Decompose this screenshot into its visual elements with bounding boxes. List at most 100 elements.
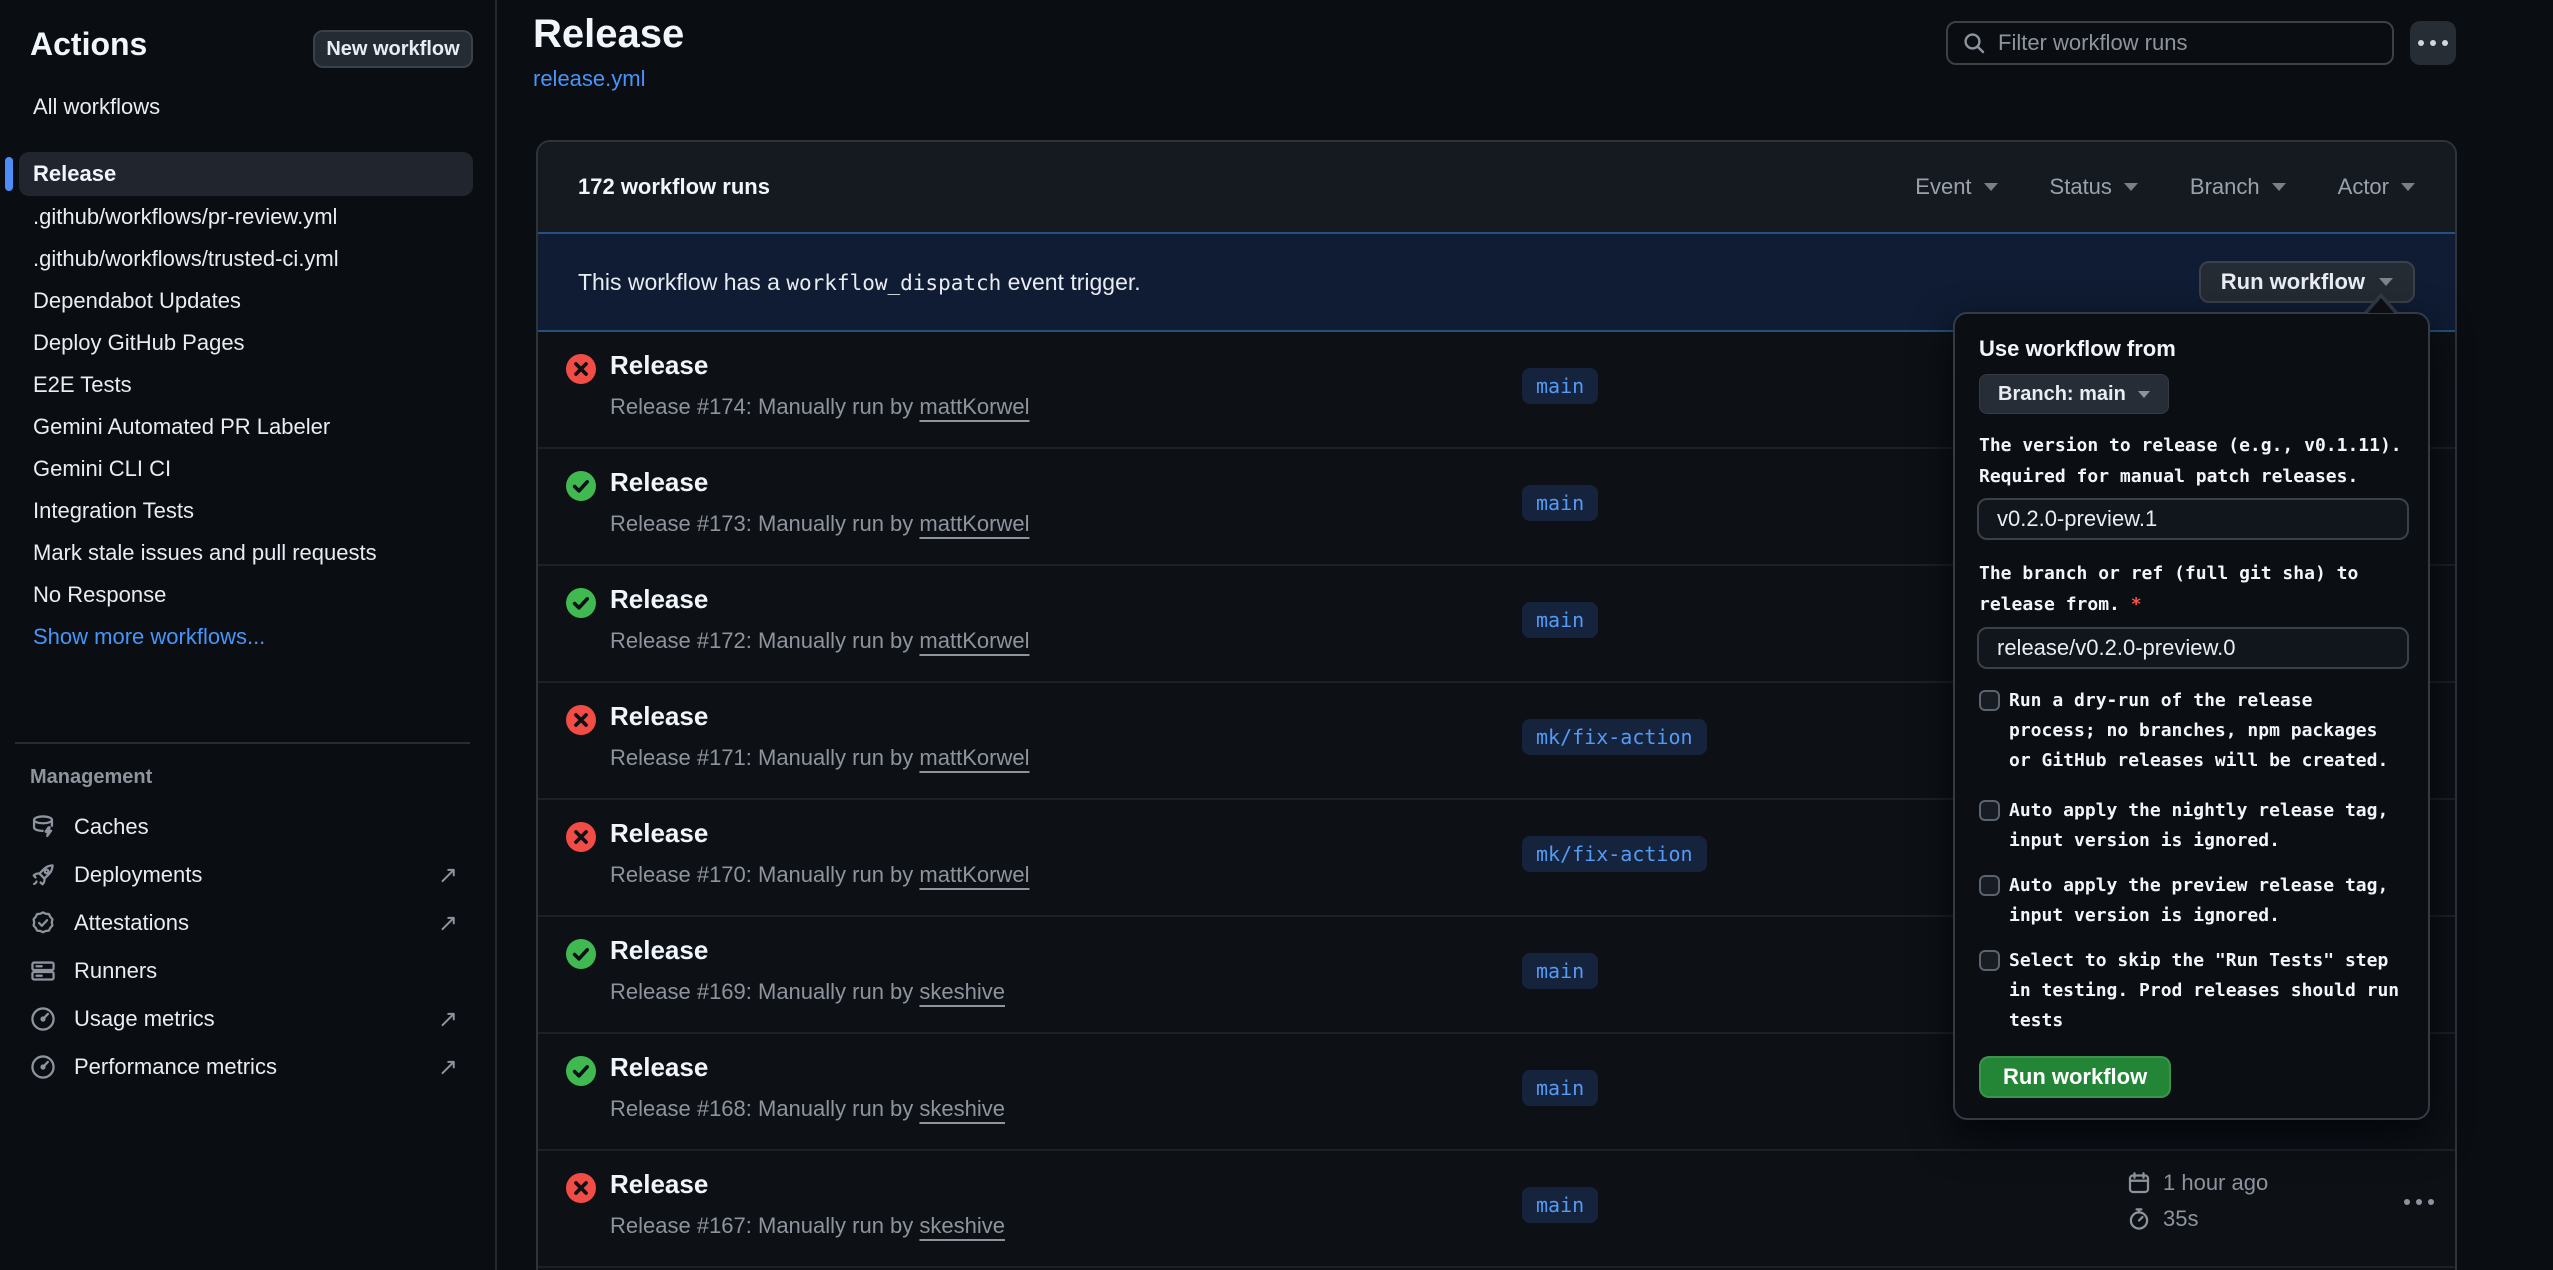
x-circle-icon (566, 822, 596, 852)
search-icon (1962, 31, 1986, 55)
run-title-link[interactable]: Release (610, 1169, 708, 1200)
run-title-link[interactable]: Release (610, 818, 708, 849)
actor-link[interactable]: mattKorwel (919, 628, 1029, 653)
ref-input[interactable] (1977, 627, 2409, 669)
workflow-options-kebab-button[interactable] (2410, 21, 2456, 65)
filter-event-dropdown[interactable]: Event (1915, 174, 1997, 200)
sidebar-item-dependabot-updates[interactable]: Dependabot Updates (19, 280, 473, 322)
management-list: Caches Deployments ↗ Attestations ↗ Runn… (30, 803, 470, 1091)
filter-status-dropdown[interactable]: Status (2050, 174, 2138, 200)
sidebar-item-gemini-cli-ci[interactable]: Gemini CLI CI (19, 448, 473, 490)
x-circle-icon (566, 705, 596, 735)
new-workflow-button[interactable]: New workflow (313, 30, 473, 68)
actor-link[interactable]: mattKorwel (919, 862, 1029, 887)
preview-tag-checkbox-label: Auto apply the preview release tag, inpu… (2009, 871, 2388, 931)
chevron-down-icon (2124, 183, 2138, 191)
external-link-arrow: ↗ (438, 1005, 458, 1034)
sidebar-item-all-workflows[interactable]: All workflows (33, 94, 160, 120)
x-circle-icon (566, 354, 596, 384)
branch-badge[interactable]: main (1522, 953, 1598, 989)
workflow-list: Release .github/workflows/pr-review.yml … (19, 152, 473, 658)
actor-link[interactable]: mattKorwel (919, 511, 1029, 536)
run-title-link[interactable]: Release (610, 350, 708, 381)
branch-select-button[interactable]: Branch: main (1979, 374, 2169, 414)
sidebar-item-pr-review[interactable]: .github/workflows/pr-review.yml (19, 196, 473, 238)
sidebar-item-e2e-tests[interactable]: E2E Tests (19, 364, 473, 406)
sidebar-item-gemini-pr-labeler[interactable]: Gemini Automated PR Labeler (19, 406, 473, 448)
run-status-icon (566, 1173, 596, 1203)
runs-filters: Event Status Branch Actor (1915, 174, 2415, 200)
chevron-down-icon (2379, 278, 2393, 286)
nightly-tag-checkbox[interactable] (1979, 800, 2000, 821)
branch-badge[interactable]: main (1522, 1187, 1598, 1223)
sidebar-divider (15, 742, 470, 744)
run-title-link[interactable]: Release (610, 935, 708, 966)
stopwatch-icon (2127, 1207, 2151, 1231)
filter-actor-dropdown[interactable]: Actor (2338, 174, 2415, 200)
nightly-tag-checkbox-label: Auto apply the nightly release tag, inpu… (2009, 796, 2388, 856)
branch-badge[interactable]: mk/fix-action (1522, 719, 1707, 755)
run-title-link[interactable]: Release (610, 467, 708, 498)
sidebar-item-no-response[interactable]: No Response (19, 574, 473, 616)
sidebar-item-label: Usage metrics (74, 1006, 215, 1032)
cache-icon (30, 814, 56, 840)
run-description: Release #167: Manually run by skeshive (610, 1213, 1005, 1239)
sidebar-item-performance-metrics[interactable]: Performance metrics ↗ (30, 1043, 470, 1091)
sidebar-item-release[interactable]: Release (19, 152, 473, 196)
version-input[interactable] (1977, 498, 2409, 540)
actor-link[interactable]: skeshive (919, 1096, 1005, 1121)
chevron-down-icon (2272, 183, 2286, 191)
panel-caret (2368, 298, 2394, 313)
sidebar-item-label: Deployments (74, 862, 202, 888)
meter-icon (30, 1054, 56, 1080)
branch-badge[interactable]: main (1522, 485, 1598, 521)
sidebar-item-deployments[interactable]: Deployments ↗ (30, 851, 470, 899)
dry-run-checkbox-label: Run a dry-run of the release process; no… (2009, 686, 2388, 776)
dry-run-checkbox[interactable] (1979, 690, 2000, 711)
runs-list-header: 172 workflow runs Event Status Branch Ac… (538, 142, 2455, 232)
run-title-link[interactable]: Release (610, 701, 708, 732)
actor-link[interactable]: skeshive (919, 1213, 1005, 1238)
external-link-arrow: ↗ (438, 1053, 458, 1082)
actor-link[interactable]: mattKorwel (919, 394, 1029, 419)
server-icon (30, 958, 56, 984)
branch-badge[interactable]: mk/fix-action (1522, 836, 1707, 872)
run-description: Release #169: Manually run by skeshive (610, 979, 1005, 1005)
workflow-file-link[interactable]: release.yml (533, 66, 645, 92)
chevron-down-icon (2138, 391, 2150, 398)
actor-link[interactable]: skeshive (919, 979, 1005, 1004)
sidebar-item-runners[interactable]: Runners (30, 947, 470, 995)
actor-link[interactable]: mattKorwel (919, 745, 1029, 770)
branch-badge[interactable]: main (1522, 602, 1598, 638)
run-meta: 1 hour ago 35s (2127, 1165, 2268, 1237)
sidebar-item-attestations[interactable]: Attestations ↗ (30, 899, 470, 947)
branch-badge[interactable]: main (1522, 368, 1598, 404)
preview-tag-checkbox[interactable] (1979, 875, 2000, 896)
sidebar-item-integration-tests[interactable]: Integration Tests (19, 490, 473, 532)
sidebar-item-deploy-github-pages[interactable]: Deploy GitHub Pages (19, 322, 473, 364)
sidebar-item-trusted-ci[interactable]: .github/workflows/trusted-ci.yml (19, 238, 473, 280)
run-time: 1 hour ago (2163, 1170, 2268, 1196)
run-title-link[interactable]: Release (610, 1052, 708, 1083)
run-workflow-submit-button[interactable]: Run workflow (1979, 1056, 2171, 1098)
workflow-run-row[interactable]: Release Release #167: Manually run by sk… (538, 1151, 2455, 1268)
sidebar-item-label: Attestations (74, 910, 189, 936)
filter-branch-dropdown[interactable]: Branch (2190, 174, 2286, 200)
sidebar-item-mark-stale[interactable]: Mark stale issues and pull requests (19, 532, 473, 574)
ref-input-description: The branch or ref (full git sha) to rele… (1979, 558, 2358, 620)
filter-workflow-runs-box (1946, 21, 2394, 65)
show-more-workflows-link[interactable]: Show more workflows... (19, 616, 473, 658)
run-options-kebab-button[interactable] (2404, 1199, 2434, 1205)
actions-page: Actions New workflow All workflows Relea… (0, 0, 2553, 1270)
skip-tests-checkbox-label: Select to skip the "Run Tests" step in t… (2009, 946, 2399, 1036)
sidebar-item-usage-metrics[interactable]: Usage metrics ↗ (30, 995, 470, 1043)
version-input-description: The version to release (e.g., v0.1.11). … (1979, 430, 2402, 492)
skip-tests-checkbox[interactable] (1979, 950, 2000, 971)
external-link-arrow: ↗ (438, 909, 458, 938)
filter-workflow-runs-input[interactable] (1998, 30, 2378, 56)
run-title-link[interactable]: Release (610, 584, 708, 615)
run-description: Release #168: Manually run by skeshive (610, 1096, 1005, 1122)
branch-badge[interactable]: main (1522, 1070, 1598, 1106)
external-link-arrow: ↗ (438, 861, 458, 890)
sidebar-item-caches[interactable]: Caches (30, 803, 470, 851)
